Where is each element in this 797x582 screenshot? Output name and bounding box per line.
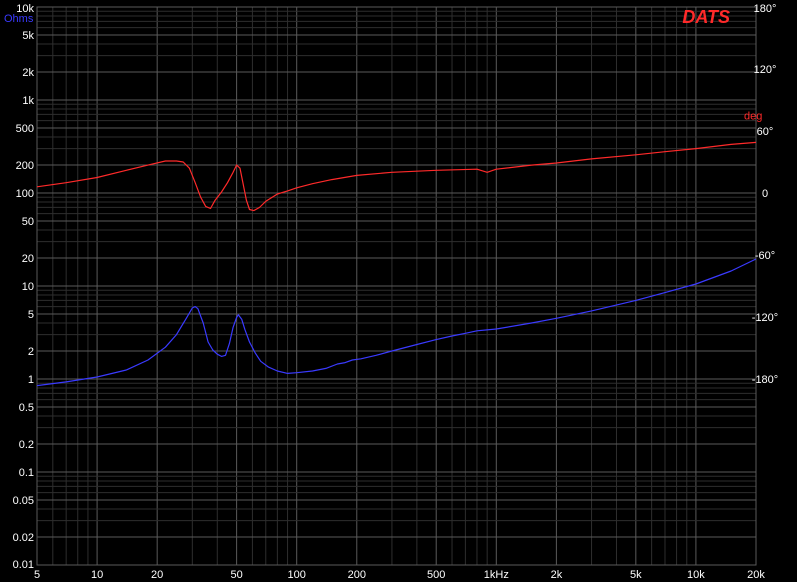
impedance-phase-chart: 10k5k2k1k5002001005020105210.50.20.10.05… — [0, 0, 797, 582]
x-tick-label: 50 — [230, 569, 242, 581]
dats-logo: DATS — [682, 7, 730, 27]
x-tick-label: 5k — [630, 569, 642, 581]
y-left-tick-label: 50 — [22, 216, 34, 228]
chart-background — [0, 0, 797, 582]
y-right-tick-label: -180° — [752, 374, 778, 386]
y-left-tick-label: 200 — [16, 160, 34, 172]
y-left-tick-label: 5k — [22, 30, 34, 42]
y-left-tick-label: 0.1 — [19, 467, 34, 479]
y-left-tick-label: 100 — [16, 188, 34, 200]
y-left-tick-label: 5 — [28, 309, 34, 321]
y-left-tick-label: 500 — [16, 123, 34, 135]
x-tick-label: 10k — [687, 569, 705, 581]
x-tick-label: 20 — [151, 569, 163, 581]
y-left-tick-label: 1 — [28, 374, 34, 386]
x-tick-label: 1kHz — [484, 569, 509, 581]
x-tick-label: 2k — [551, 569, 563, 581]
y-right-tick-label: 60° — [757, 126, 774, 138]
y-left-tick-label: 2k — [22, 67, 34, 79]
x-tick-label: 200 — [348, 569, 366, 581]
y-left-tick-label: 0.01 — [13, 559, 34, 571]
x-tick-label: 10 — [91, 569, 103, 581]
y-right-tick-label: 120° — [754, 64, 777, 76]
y-right-tick-label: -120° — [752, 312, 778, 324]
y-right-tick-label: -60° — [755, 250, 775, 262]
y-left-tick-label: 0.2 — [19, 439, 34, 451]
y-left-tick-label: 20 — [22, 253, 34, 265]
y-right-tick-label: 180° — [754, 3, 777, 15]
x-tick-label: 5 — [34, 569, 40, 581]
y-left-tick-label: 0.02 — [13, 532, 34, 544]
x-tick-label: 100 — [288, 569, 306, 581]
y-left-tick-label: 10 — [22, 281, 34, 293]
y-left-tick-label: 0.05 — [13, 495, 34, 507]
y-left-unit-label: Ohms — [4, 13, 34, 25]
y-left-tick-label: 1k — [22, 95, 34, 107]
y-right-unit-label: deg — [744, 111, 762, 123]
x-tick-label: 500 — [427, 569, 445, 581]
x-tick-label: 20k — [747, 569, 765, 581]
y-left-tick-label: 0.5 — [19, 402, 34, 414]
y-right-tick-label: 0 — [762, 188, 768, 200]
y-left-tick-label: 2 — [28, 346, 34, 358]
